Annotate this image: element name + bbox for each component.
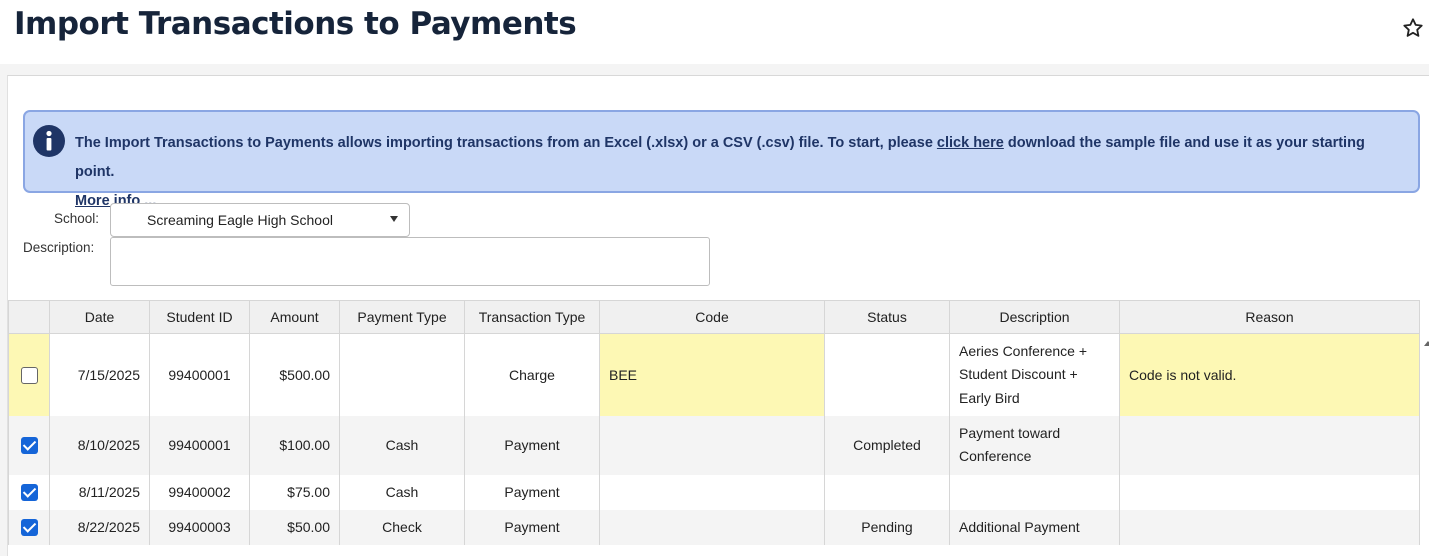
school-label: School: — [54, 211, 100, 226]
cell-reason — [1119, 415, 1420, 475]
cell-payment-type: Cash — [339, 474, 465, 510]
cell-student-id: 99400003 — [149, 509, 250, 545]
cell-description: Additional Payment — [949, 509, 1120, 545]
cell-reason: Code is not valid. — [1119, 333, 1420, 416]
cell-date: 7/15/2025 — [49, 333, 150, 416]
cell-payment-type — [339, 333, 465, 416]
info-text-before: The Import Transactions to Payments allo… — [75, 135, 937, 151]
cell-code — [599, 415, 825, 475]
info-banner: The Import Transactions to Payments allo… — [23, 110, 1420, 209]
description-input[interactable] — [110, 237, 710, 286]
school-select-value: Screaming Eagle High School — [147, 212, 333, 228]
row-select-cell — [8, 509, 50, 545]
header-status[interactable]: Status — [824, 300, 950, 334]
cell-transaction-type: Charge — [464, 333, 600, 416]
header-payment-type[interactable]: Payment Type — [339, 300, 465, 334]
cell-amount: $50.00 — [249, 509, 340, 545]
cell-date: 8/22/2025 — [49, 509, 150, 545]
cell-description: Aeries Conference + Student Discount + E… — [949, 333, 1120, 416]
description-line: Student Discount + — [959, 366, 1078, 382]
school-select[interactable]: Screaming Eagle High School — [110, 203, 410, 237]
row-select-cell — [8, 415, 50, 475]
header-student-id[interactable]: Student ID — [149, 300, 250, 334]
table-row[interactable]: 7/15/2025 99400001 $500.00 Charge BEE Ae… — [8, 333, 1420, 416]
row-checkbox-checked[interactable] — [20, 483, 38, 501]
table-row[interactable]: 8/22/2025 99400003 $50.00 Check Payment … — [8, 509, 1420, 545]
cell-student-id: 99400001 — [149, 333, 250, 416]
cell-description: Payment toward Conference — [949, 415, 1120, 475]
info-circle-icon — [33, 125, 65, 157]
click-here-link[interactable]: click here — [937, 135, 1004, 151]
row-checkbox-checked[interactable] — [20, 436, 38, 454]
cell-code — [599, 509, 825, 545]
row-select-cell — [8, 333, 50, 416]
cell-student-id: 99400002 — [149, 474, 250, 510]
cell-description — [949, 474, 1120, 510]
row-checkbox[interactable] — [20, 366, 38, 384]
cell-payment-type: Check — [339, 509, 465, 545]
header-amount[interactable]: Amount — [249, 300, 340, 334]
cell-amount: $100.00 — [249, 415, 340, 475]
description-line: Early Bird — [959, 389, 1020, 406]
cell-amount: $75.00 — [249, 474, 340, 510]
page-title: Import Transactions to Payments — [14, 6, 577, 42]
table-row[interactable]: 8/11/2025 99400002 $75.00 Cash Payment — [8, 474, 1420, 510]
header-date[interactable]: Date — [49, 300, 150, 334]
description-line: Aeries Conference + — [959, 342, 1088, 359]
cell-payment-type: Cash — [339, 415, 465, 475]
page-header: Import Transactions to Payments — [0, 0, 1429, 64]
cell-date: 8/11/2025 — [49, 474, 150, 510]
description-label: Description: — [23, 240, 95, 255]
star-outline-icon[interactable] — [1402, 17, 1424, 39]
cell-date: 8/10/2025 — [49, 415, 150, 475]
cell-status — [824, 474, 950, 510]
chevron-down-icon — [390, 216, 398, 222]
scroll-up-arrow-icon[interactable] — [1424, 341, 1429, 346]
cell-transaction-type: Payment — [464, 509, 600, 545]
table-header-row: Date Student ID Amount Payment Type Tran… — [8, 300, 1420, 334]
row-checkbox-checked[interactable] — [20, 518, 38, 536]
cell-status — [824, 333, 950, 416]
cell-reason — [1119, 509, 1420, 545]
cell-transaction-type: Payment — [464, 474, 600, 510]
cell-status: Completed — [824, 415, 950, 475]
row-select-cell — [8, 474, 50, 510]
cell-student-id: 99400001 — [149, 415, 250, 475]
header-code[interactable]: Code — [599, 300, 825, 334]
description-line: Conference — [959, 448, 1032, 464]
cell-transaction-type: Payment — [464, 415, 600, 475]
description-line: Payment toward — [959, 424, 1061, 441]
cell-reason — [1119, 474, 1420, 510]
header-reason[interactable]: Reason — [1119, 300, 1420, 334]
header-description[interactable]: Description — [949, 300, 1120, 334]
cell-code — [599, 474, 825, 510]
header-transaction-type[interactable]: Transaction Type — [464, 300, 600, 334]
cell-status: Pending — [824, 509, 950, 545]
transactions-table: Date Student ID Amount Payment Type Tran… — [8, 300, 1420, 545]
import-panel: The Import Transactions to Payments allo… — [7, 75, 1429, 556]
table-row[interactable]: 8/10/2025 99400001 $100.00 Cash Payment … — [8, 415, 1420, 475]
cell-code: BEE — [599, 333, 825, 416]
cell-amount: $500.00 — [249, 333, 340, 416]
header-select — [8, 300, 50, 334]
